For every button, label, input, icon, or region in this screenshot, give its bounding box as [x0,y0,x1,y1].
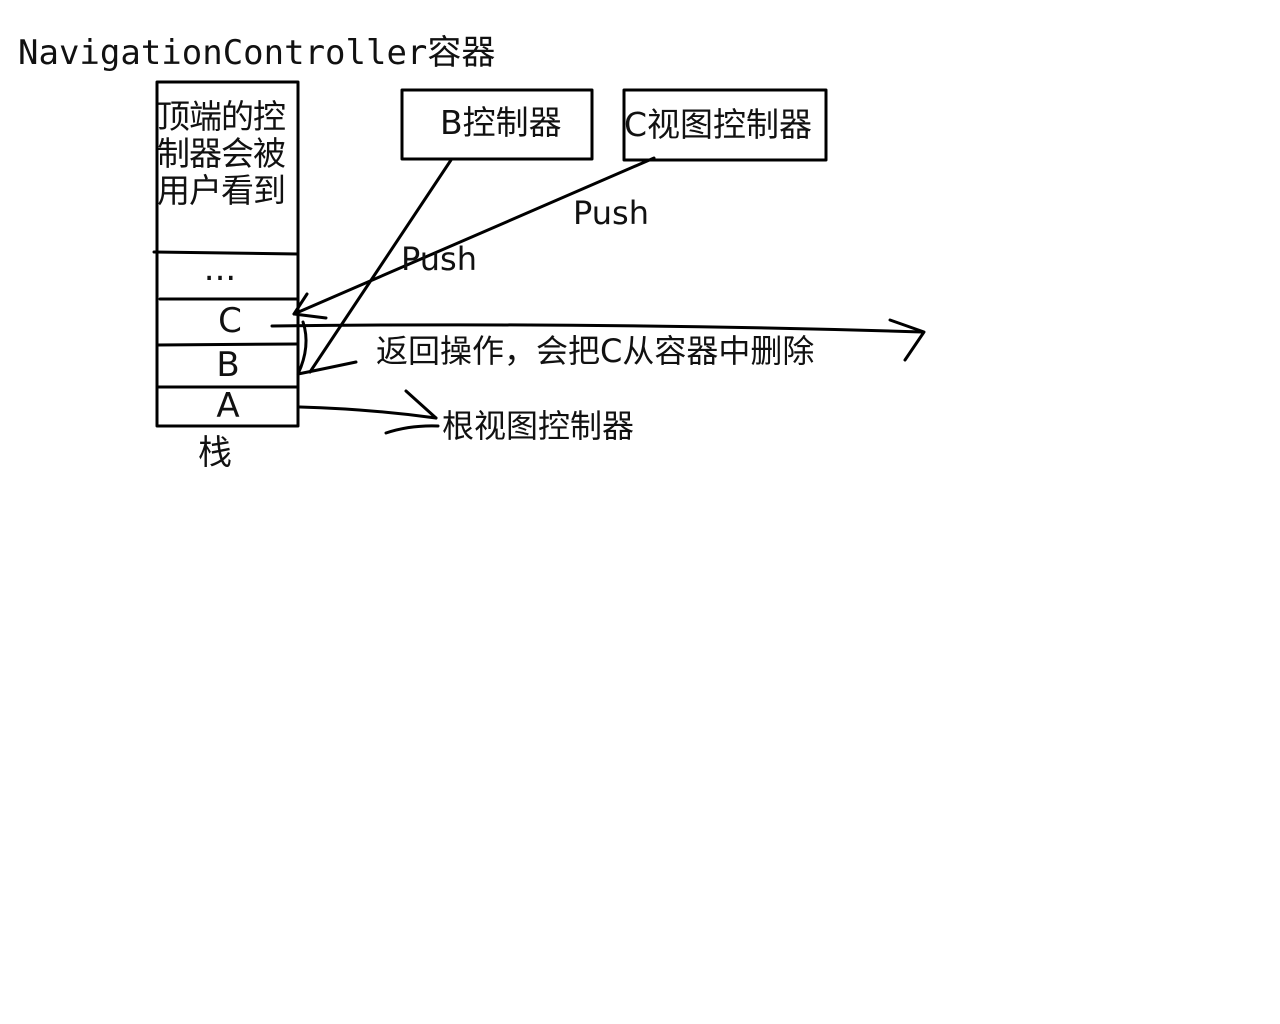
diagram-title: NavigationController容器 [18,33,496,73]
pop-arrowhead [888,318,926,362]
root-arrow-tail [384,424,440,435]
stack-cell-b: B [216,345,240,385]
diagram-canvas: NavigationController容器 顶端的控制器会被用户看到 ... … [0,0,1280,1024]
pop-arrow-line [270,323,924,334]
stack-cell-a: A [216,386,240,426]
pop-note: 返回操作，会把C从容器中删除 [376,332,815,370]
root-arrow-line [298,405,438,420]
stack-cell-ellipsis: ... [203,249,237,289]
push-label-c: Push [573,194,649,232]
c-view-controller-label: C视图控制器 [624,105,813,144]
stack-cell-c: C [218,301,242,341]
b-controller-label: B控制器 [440,103,562,142]
stack-top-note: 顶端的控制器会被用户看到 [157,97,286,210]
push-c-arrow-line [292,156,656,316]
push-label-b: Push [401,240,477,278]
root-note: 根视图控制器 [442,407,635,445]
stack-caption: 栈 [198,433,232,473]
